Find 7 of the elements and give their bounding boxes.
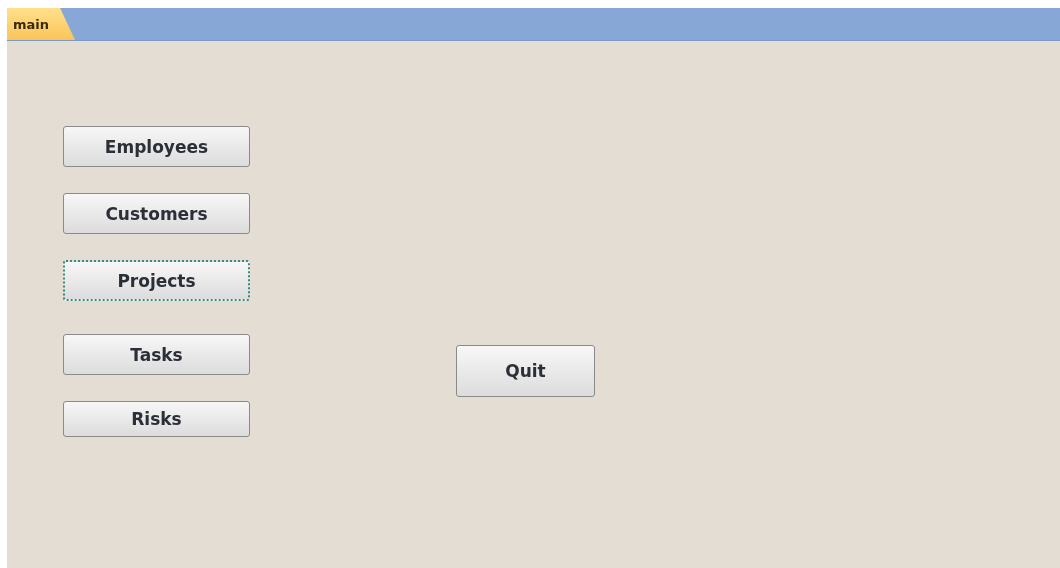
tab[interactable]: main (7, 8, 76, 40)
menu-button[interactable]: Tasks (63, 334, 250, 375)
menu-button[interactable]: Customers (63, 193, 250, 234)
menu-button[interactable]: Risks (63, 401, 250, 437)
menu-button[interactable]: Projects (63, 260, 250, 301)
quit-button[interactable]: Quit (456, 345, 595, 397)
menu-button[interactable]: Employees (63, 126, 250, 167)
